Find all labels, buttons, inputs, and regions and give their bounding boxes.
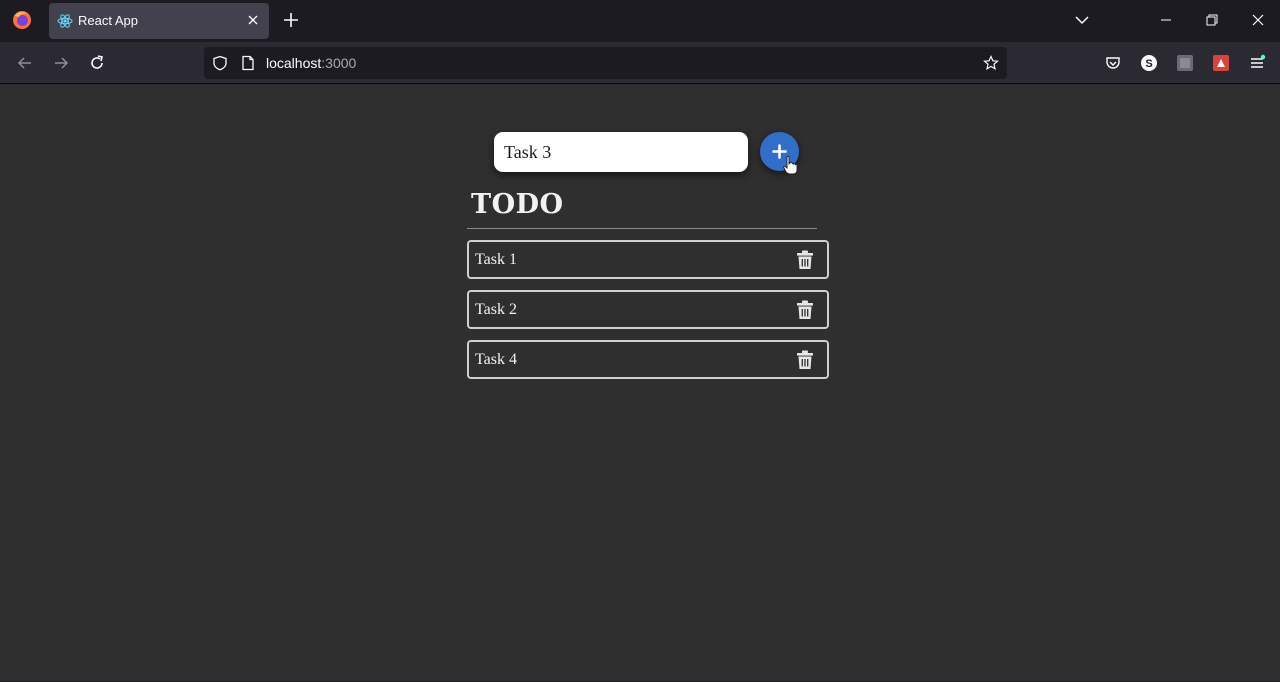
- tab-title: React App: [78, 13, 138, 28]
- reload-icon[interactable]: [88, 54, 106, 72]
- browser-tab-strip: React App: [0, 0, 1280, 42]
- task-list: Task 1 Task 2 Task 4: [467, 240, 829, 390]
- trash-icon: [797, 300, 813, 319]
- todo-heading: TODO: [471, 189, 564, 220]
- tab-react-app[interactable]: React App: [49, 3, 269, 39]
- delete-task-button[interactable]: [795, 300, 815, 320]
- pocket-icon[interactable]: [1104, 54, 1122, 72]
- url-port: :3000: [321, 55, 357, 71]
- task-item: Task 1: [467, 240, 829, 279]
- react-icon: [57, 14, 73, 28]
- trash-icon: [797, 250, 813, 269]
- url-text[interactable]: localhost:3000: [266, 55, 356, 71]
- task-label: Task 2: [475, 301, 517, 318]
- tracking-protection-shield-icon[interactable]: [212, 55, 228, 71]
- restore-window-icon[interactable]: [1204, 12, 1220, 28]
- extension-grid-icon[interactable]: [1176, 54, 1194, 72]
- chevron-down-icon[interactable]: [1074, 12, 1090, 28]
- minimize-window-icon[interactable]: [1158, 12, 1174, 28]
- navigation-toolbar: localhost:3000 S: [0, 42, 1280, 84]
- url-host: localhost: [266, 55, 322, 71]
- firefox-logo-icon[interactable]: [12, 10, 32, 30]
- svg-text:S: S: [1145, 58, 1152, 70]
- mouse-pointer-hand-icon: [783, 155, 797, 175]
- task-item: Task 4: [467, 340, 829, 379]
- bookmark-star-icon[interactable]: [983, 55, 999, 71]
- task-label: Task 4: [475, 351, 517, 368]
- trash-icon: [797, 350, 813, 369]
- heading-divider: [467, 228, 817, 229]
- back-arrow-icon[interactable]: [16, 54, 34, 72]
- delete-task-button[interactable]: [795, 250, 815, 270]
- extension-s-icon[interactable]: S: [1140, 54, 1158, 72]
- address-bar[interactable]: localhost:3000: [204, 47, 1007, 79]
- close-tab-icon[interactable]: [245, 12, 261, 28]
- delete-task-button[interactable]: [795, 350, 815, 370]
- page-info-icon[interactable]: [240, 55, 256, 71]
- task-label: Task 1: [475, 251, 517, 268]
- close-window-icon[interactable]: [1250, 12, 1266, 28]
- task-input[interactable]: [494, 132, 748, 172]
- new-tab-icon[interactable]: [282, 11, 300, 29]
- task-item: Task 2: [467, 290, 829, 329]
- extension-red-icon[interactable]: [1212, 54, 1230, 72]
- app-page: TODO Task 1 Task 2: [0, 85, 1280, 682]
- forward-arrow-icon[interactable]: [52, 54, 70, 72]
- hamburger-menu-icon[interactable]: [1248, 54, 1266, 72]
